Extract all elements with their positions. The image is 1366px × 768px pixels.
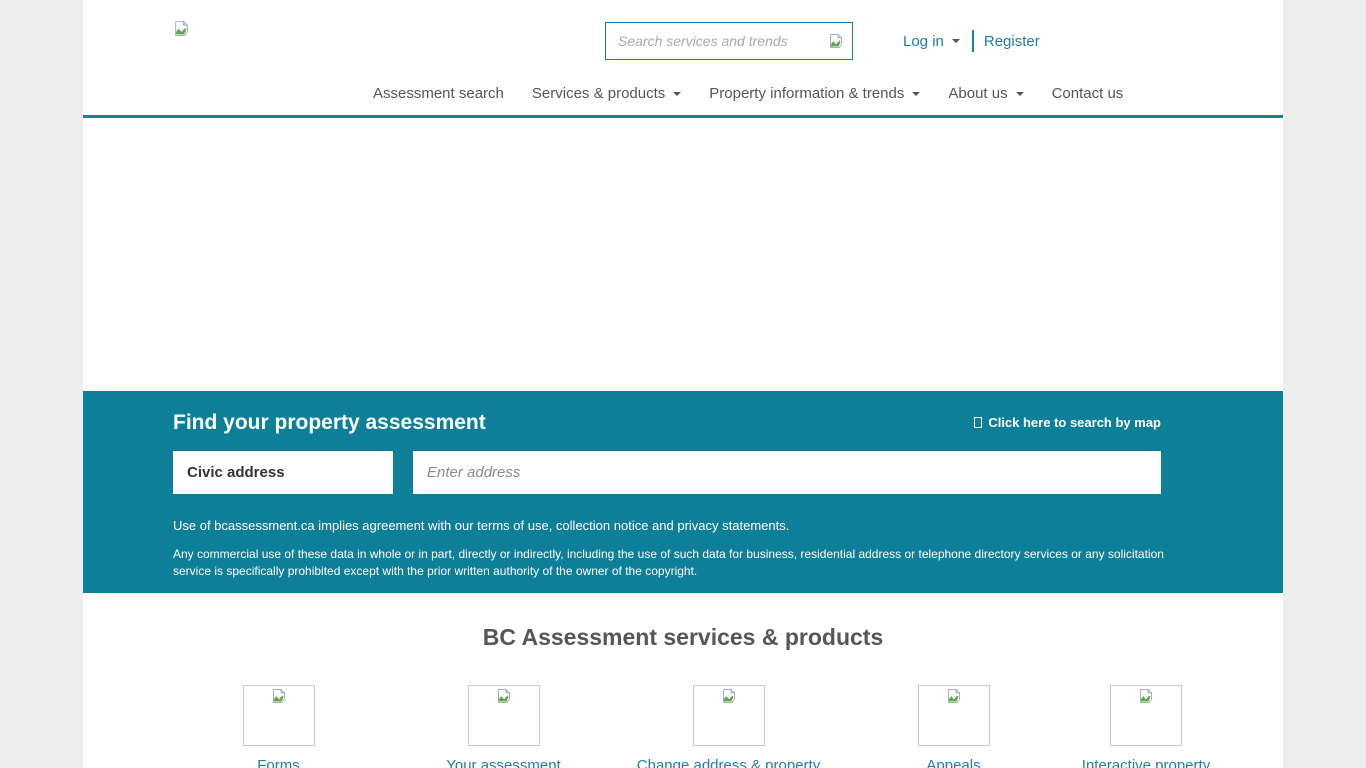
card-appeals[interactable]: Appeals	[841, 685, 1066, 768]
terms-of-use-text: Use of bcassessment.ca implies agreement…	[173, 518, 1161, 533]
nav-label: About us	[948, 85, 1007, 102]
card-interactive-property[interactable]: Interactive property	[1066, 685, 1226, 768]
card-label[interactable]: Your assessment	[446, 757, 561, 768]
nav-label: Contact us	[1052, 85, 1124, 102]
caret-down-icon	[912, 92, 920, 96]
nav-label: Property information & trends	[709, 85, 904, 102]
account-divider	[972, 30, 974, 52]
bc-assessment-page: Log in Register Assessment search Servic…	[83, 0, 1283, 768]
broken-image-icon	[721, 688, 737, 704]
address-search-form: Civic address	[173, 451, 1161, 494]
main-nav: Assessment search Services & products Pr…	[373, 85, 1123, 102]
card-change-address-property[interactable]: Change address & property	[616, 685, 841, 768]
browser-viewport: Log in Register Assessment search Servic…	[0, 0, 1366, 768]
address-type-selected-value: Civic address	[187, 464, 285, 481]
hero-image-area	[83, 118, 1283, 391]
card-image-placeholder	[693, 685, 765, 746]
card-your-assessment[interactable]: Your assessment	[391, 685, 616, 768]
card-label[interactable]: Appeals	[926, 757, 980, 768]
nav-assessment-search[interactable]: Assessment search	[373, 85, 504, 102]
broken-image-icon	[946, 688, 962, 704]
site-search-box	[605, 22, 853, 60]
property-assessment-banner: Find your property assessment Click here…	[83, 391, 1283, 593]
caret-down-icon	[1016, 92, 1024, 96]
services-heading: BC Assessment services & products	[83, 624, 1283, 651]
login-dropdown[interactable]: Log in	[903, 33, 960, 50]
search-by-map-link[interactable]: Click here to search by map	[974, 415, 1161, 430]
broken-image-icon	[1138, 688, 1154, 704]
nav-label: Assessment search	[373, 85, 504, 102]
card-image-placeholder	[468, 685, 540, 746]
broken-image-icon	[496, 688, 512, 704]
site-logo-broken-image-icon[interactable]	[173, 20, 190, 37]
services-products-section: BC Assessment services & products Forms …	[83, 624, 1283, 768]
map-link-label: Click here to search by map	[988, 415, 1161, 430]
account-links: Log in Register	[903, 30, 1040, 52]
nav-label: Services & products	[532, 85, 665, 102]
map-icon-placeholder	[974, 417, 982, 428]
site-header: Log in Register Assessment search Servic…	[83, 0, 1283, 118]
nav-property-information-trends[interactable]: Property information & trends	[709, 85, 920, 102]
nav-about-us[interactable]: About us	[948, 85, 1023, 102]
card-image-placeholder	[1110, 685, 1182, 746]
nav-contact-us[interactable]: Contact us	[1052, 85, 1124, 102]
card-label[interactable]: Forms	[257, 757, 300, 768]
broken-image-icon	[271, 688, 287, 704]
search-button-broken-image-icon[interactable]	[828, 33, 844, 49]
card-label[interactable]: Change address & property	[637, 757, 820, 768]
card-image-placeholder	[918, 685, 990, 746]
commercial-use-text: Any commercial use of these data in whol…	[173, 546, 1168, 580]
register-link[interactable]: Register	[984, 33, 1040, 50]
address-type-select[interactable]: Civic address	[173, 451, 393, 494]
card-image-placeholder	[243, 685, 315, 746]
search-input[interactable]	[616, 32, 828, 50]
caret-down-icon	[952, 39, 960, 43]
nav-services-products[interactable]: Services & products	[532, 85, 681, 102]
card-forms[interactable]: Forms	[166, 685, 391, 768]
caret-down-icon	[673, 92, 681, 96]
address-input[interactable]	[413, 451, 1161, 494]
card-label[interactable]: Interactive property	[1082, 757, 1210, 768]
services-cards-row: Forms Your assessment Change address & p…	[166, 685, 1283, 768]
login-link[interactable]: Log in	[903, 33, 944, 50]
